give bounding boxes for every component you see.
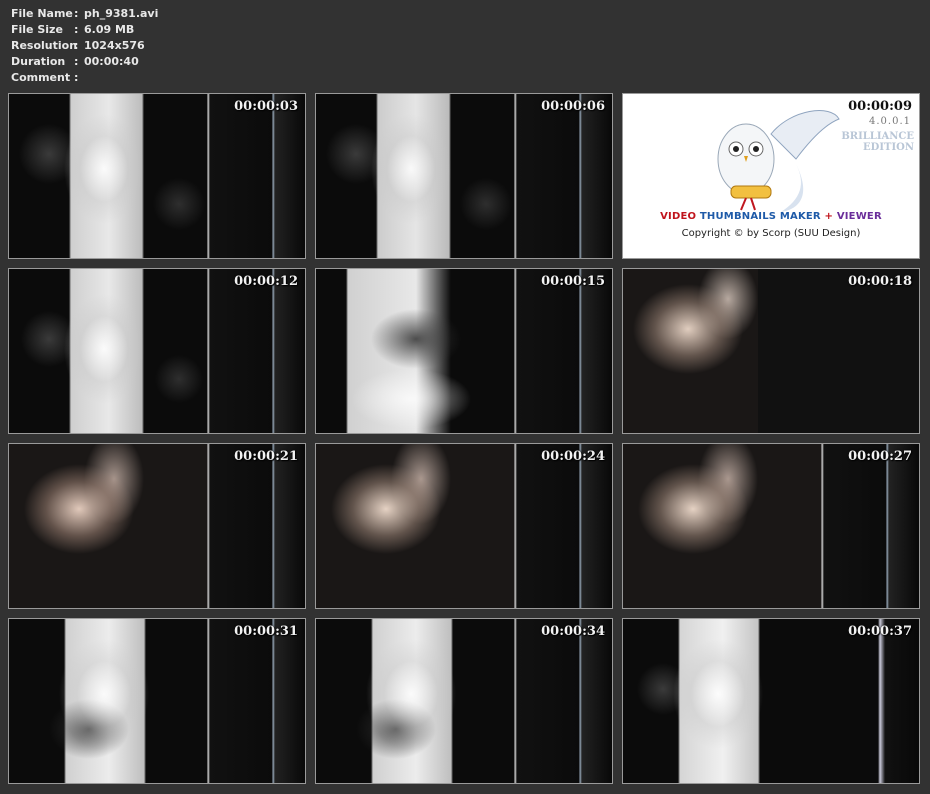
timestamp: 00:00:09: [848, 99, 912, 114]
duration-value: 00:00:40: [84, 55, 139, 68]
video-frame: [9, 94, 305, 258]
file-size-value: 6.09 MB: [84, 23, 135, 36]
comment-label: Comment: [11, 71, 71, 84]
thumbnail[interactable]: 00:00:15: [315, 268, 613, 434]
timestamp: 00:00:12: [234, 274, 298, 289]
brand-name: VIDEO THUMBNAILS MAKER + VIEWER: [660, 211, 882, 222]
video-frame: [9, 619, 305, 783]
owl-logo-icon: [717, 110, 840, 212]
file-size-label: File Size: [11, 23, 63, 36]
duration-label: Duration: [11, 55, 66, 68]
thumbnail-grid: 00:00:03 00:00:06 00:00:09 4.0.0.1 BRILL…: [8, 93, 923, 788]
timestamp: 00:00:18: [848, 274, 912, 289]
video-frame: [623, 444, 919, 608]
separator: :: [74, 7, 79, 20]
video-frame: [316, 94, 612, 258]
video-frame: [623, 269, 919, 433]
thumbnail[interactable]: 00:00:27: [622, 443, 920, 609]
thumbnail[interactable]: 00:00:21: [8, 443, 306, 609]
video-frame: [9, 269, 305, 433]
version-label: 4.0.0.1: [869, 116, 911, 127]
video-frame: [316, 619, 612, 783]
resolution-label: Resolution: [11, 39, 78, 52]
separator: :: [74, 55, 79, 68]
edition-label: BRILLIANCE EDITION: [841, 131, 914, 153]
timestamp: 00:00:31: [234, 624, 298, 639]
video-frame: [316, 269, 612, 433]
thumbnail[interactable]: 00:00:24: [315, 443, 613, 609]
duration-row: Duration : 00:00:40: [11, 54, 158, 70]
resolution-value: 1024x576: [84, 39, 145, 52]
timestamp: 00:00:15: [541, 274, 605, 289]
comment-row: Comment :: [11, 70, 158, 86]
file-name-row: File Name : ph_9381.avi: [11, 6, 158, 22]
separator: :: [74, 71, 79, 84]
timestamp: 00:00:03: [234, 99, 298, 114]
video-frame: [623, 619, 919, 783]
timestamp: 00:00:37: [848, 624, 912, 639]
thumbnail[interactable]: 00:00:03: [8, 93, 306, 259]
copyright-text: Copyright © by Scorp (SUU Design): [681, 228, 861, 239]
resolution-row: Resolution : 1024x576: [11, 38, 158, 54]
separator: :: [74, 23, 79, 36]
thumbnail[interactable]: 00:00:12: [8, 268, 306, 434]
file-info: File Name : ph_9381.avi File Size : 6.09…: [11, 6, 158, 86]
timestamp: 00:00:21: [234, 449, 298, 464]
file-name-label: File Name: [11, 7, 73, 20]
video-frame: [9, 444, 305, 608]
thumbnail[interactable]: 00:00:31: [8, 618, 306, 784]
timestamp: 00:00:34: [541, 624, 605, 639]
video-frame: [316, 444, 612, 608]
promo-thumbnail[interactable]: 00:00:09 4.0.0.1 BRILLIANCE EDITION VIDE…: [622, 93, 920, 259]
timestamp: 00:00:24: [541, 449, 605, 464]
timestamp: 00:00:06: [541, 99, 605, 114]
thumbnail[interactable]: 00:00:18: [622, 268, 920, 434]
thumbnail[interactable]: 00:00:06: [315, 93, 613, 259]
file-name-value: ph_9381.avi: [84, 7, 159, 20]
timestamp: 00:00:27: [848, 449, 912, 464]
file-size-row: File Size : 6.09 MB: [11, 22, 158, 38]
separator: :: [74, 39, 79, 52]
thumbnail[interactable]: 00:00:37: [622, 618, 920, 784]
thumbnail[interactable]: 00:00:34: [315, 618, 613, 784]
